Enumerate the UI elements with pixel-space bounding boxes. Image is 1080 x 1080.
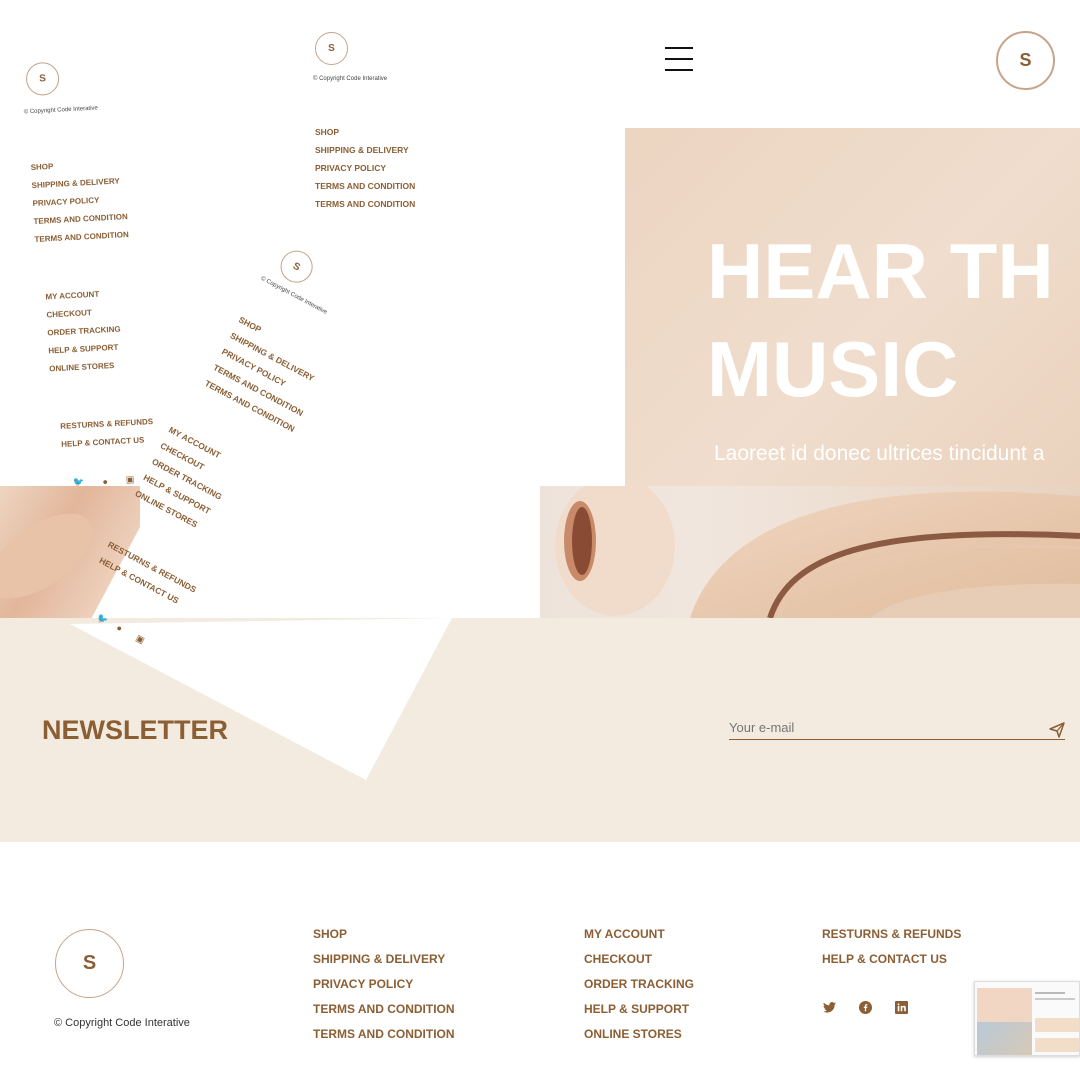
collage-diagonal-overlay <box>70 618 452 780</box>
mini-link[interactable]: TERMS AND CONDITION <box>315 195 415 213</box>
footer-col-3: RESTURNS & REFUNDS HELP & CONTACT US <box>822 922 961 972</box>
mini-col3-a: RESTURNS & REFUNDS HELP & CONTACT US <box>60 413 155 454</box>
mini-copyright-a: © Copyright Code Interative <box>23 105 98 116</box>
mini-copyright-b: © Copyright Code Interative <box>313 76 388 82</box>
mini-link[interactable]: PRIVACY POLICY <box>315 159 415 177</box>
hamburger-menu-icon[interactable] <box>665 47 693 71</box>
mini-col2-a: MY ACCOUNT CHECKOUT ORDER TRACKING HELP … <box>45 285 123 379</box>
footer-col-2: MY ACCOUNT CHECKOUT ORDER TRACKING HELP … <box>584 922 694 1047</box>
email-input[interactable] <box>729 716 1065 740</box>
footer-link-terms[interactable]: TERMS AND CONDITION <box>313 997 455 1022</box>
footer-link-stores[interactable]: ONLINE STORES <box>584 1022 694 1047</box>
mini-col3-c: RESTURNS & REFUNDS HELP & CONTACT US <box>96 536 200 614</box>
mini-logo-a: S <box>25 61 60 97</box>
mini-link[interactable]: ONLINE STORES <box>49 357 123 379</box>
mini-link[interactable]: SHOP <box>315 123 415 141</box>
footer-logo-letter: S <box>82 952 97 974</box>
header-logo[interactable]: S <box>996 31 1055 90</box>
header-logo-letter: S <box>1019 50 1032 70</box>
footer-link-terms-2[interactable]: TERMS AND CONDITION <box>313 1022 455 1047</box>
footer-logo[interactable]: S <box>55 929 124 998</box>
mini-col1-a: SHOP SHIPPING & DELIVERY PRIVACY POLICY … <box>30 154 129 249</box>
mini-link[interactable]: TERMS AND CONDITION <box>315 177 415 195</box>
mini-footer-card-b: S © Copyright Code Interative SHOP SHIPP… <box>305 25 505 225</box>
facebook-icon[interactable] <box>858 1000 872 1014</box>
footer-link-shop[interactable]: SHOP <box>313 922 455 947</box>
linkedin-icon[interactable]: ▣ <box>134 633 146 647</box>
mini-link[interactable]: TERMS AND CONDITION <box>34 226 129 249</box>
linkedin-icon[interactable] <box>894 1000 908 1014</box>
mini-link[interactable]: SHIPPING & DELIVERY <box>315 141 415 159</box>
footer-link-shipping[interactable]: SHIPPING & DELIVERY <box>313 947 455 972</box>
footer-social <box>822 1000 908 1014</box>
linkedin-icon[interactable]: ▣ <box>126 474 135 485</box>
footer-link-privacy[interactable]: PRIVACY POLICY <box>313 972 455 997</box>
footer: S © Copyright Code Interative SHOP SHIPP… <box>0 842 1080 1080</box>
footer-link-account[interactable]: MY ACCOUNT <box>584 922 694 947</box>
footer-link-returns[interactable]: RESTURNS & REFUNDS <box>822 922 961 947</box>
headphones-illustration <box>555 486 1080 618</box>
paper-plane-icon[interactable] <box>1049 722 1065 738</box>
mini-logo-b: S <box>315 32 348 65</box>
footer-copyright: © Copyright Code Interative <box>54 1017 190 1029</box>
footer-link-order-tracking[interactable]: ORDER TRACKING <box>584 972 694 997</box>
facebook-icon[interactable]: ● <box>102 476 108 486</box>
footer-col-1: SHOP SHIPPING & DELIVERY PRIVACY POLICY … <box>313 922 455 1047</box>
mini-col1-b: SHOP SHIPPING & DELIVERY PRIVACY POLICY … <box>315 123 415 213</box>
footer-link-contact[interactable]: HELP & CONTACT US <box>822 947 961 972</box>
facebook-icon[interactable]: ● <box>115 622 124 633</box>
twitter-icon[interactable] <box>822 1000 836 1014</box>
headphones-image <box>540 486 1080 618</box>
page-thumbnail[interactable] <box>974 981 1080 1056</box>
mini-link[interactable]: HELP & CONTACT US <box>61 431 155 454</box>
footer-link-checkout[interactable]: CHECKOUT <box>584 947 694 972</box>
hero-title: HEAR TH MUSIC <box>707 227 1054 413</box>
hero-subtitle: Laoreet id donec ultrices tincidunt a <box>714 442 1045 465</box>
footer-link-help[interactable]: HELP & SUPPORT <box>584 997 694 1022</box>
